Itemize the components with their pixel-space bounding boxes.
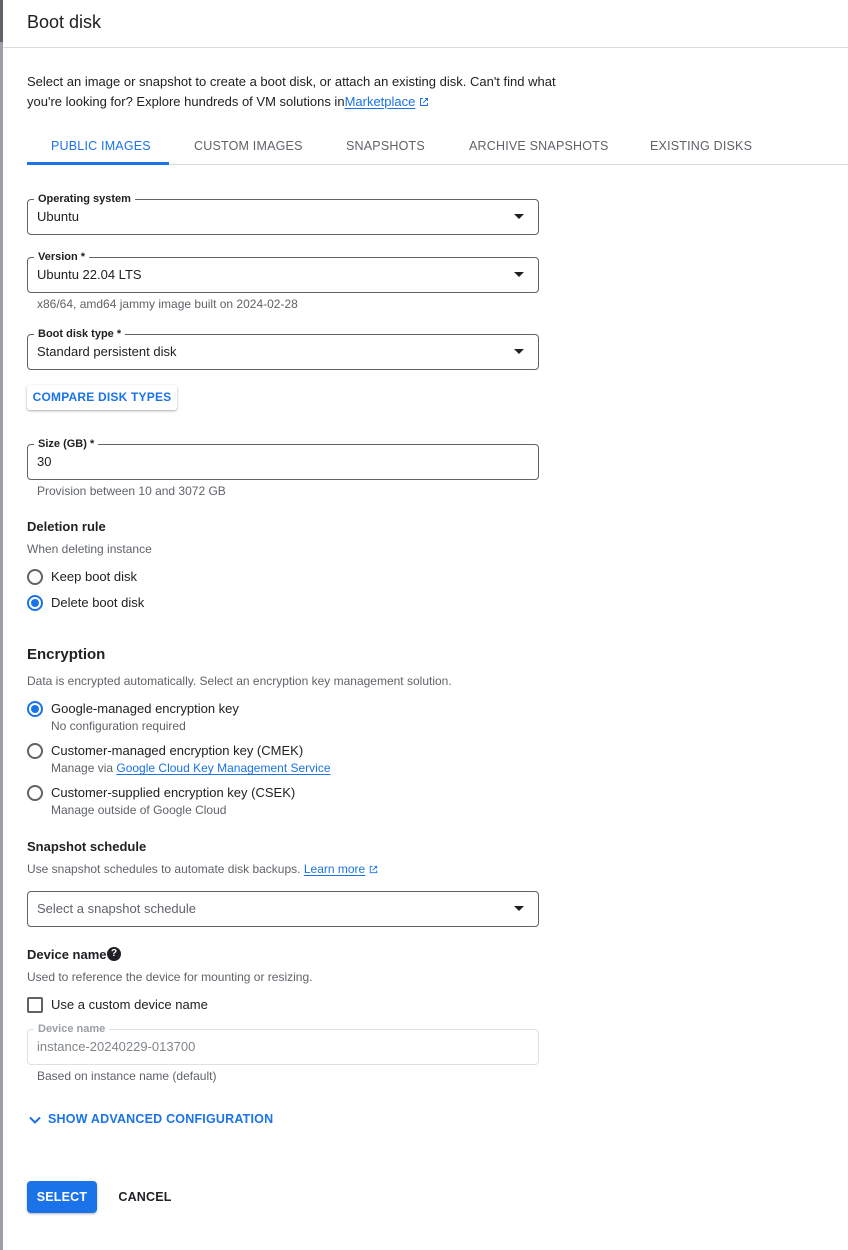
radio-sublabel: Manage via Google Cloud Key Management S… — [51, 761, 331, 775]
tab-custom-images[interactable]: CUSTOM IMAGES — [194, 128, 303, 164]
version-value: Ubuntu 22.04 LTS — [37, 267, 142, 282]
boot-disk-type-value: Standard persistent disk — [37, 344, 177, 359]
boot-disk-type-select[interactable]: Boot disk type * Standard persistent dis… — [27, 327, 539, 370]
left-edge-bar — [0, 0, 3, 1250]
version-select[interactable]: Version * Ubuntu 22.04 LTS — [27, 250, 539, 293]
version-hint: x86/64, amd64 jammy image built on 2024-… — [37, 297, 298, 311]
size-input[interactable]: Size (GB) * 30 — [27, 437, 539, 480]
radio-button-selected[interactable] — [27, 595, 43, 611]
device-name-title: Device name — [27, 947, 107, 962]
custom-device-name-checkbox[interactable] — [27, 997, 43, 1013]
device-name-value: instance-20240229-013700 — [37, 1039, 196, 1054]
device-name-input: Device name instance-20240229-013700 — [27, 1022, 539, 1065]
compare-disk-types-button[interactable]: COMPARE DISK TYPES — [27, 385, 177, 410]
snapshot-schedule-select[interactable]: Select a snapshot schedule — [27, 891, 539, 927]
radio-button-selected[interactable] — [27, 701, 43, 717]
help-icon[interactable]: ? — [107, 947, 121, 961]
select-button[interactable]: SELECT — [27, 1181, 97, 1213]
snapshot-schedule-placeholder: Select a snapshot schedule — [37, 901, 196, 916]
tab-snapshots[interactable]: SNAPSHOTS — [346, 128, 425, 164]
size-value: 30 — [37, 454, 52, 469]
snapshot-schedule-title: Snapshot schedule — [27, 839, 147, 854]
dropdown-caret-icon — [514, 272, 524, 277]
kms-link[interactable]: Google Cloud Key Management Service — [116, 761, 330, 775]
radio-button[interactable] — [27, 785, 43, 801]
cmek-sub-prefix: Manage via — [51, 761, 117, 775]
encryption-desc: Data is encrypted automatically. Select … — [27, 674, 452, 688]
radio-label: Google-managed encryption key — [51, 701, 239, 716]
cancel-button[interactable]: CANCEL — [110, 1181, 180, 1213]
radio-label: Keep boot disk — [51, 569, 138, 584]
radio-button[interactable] — [27, 743, 43, 759]
show-advanced-configuration-label: SHOW ADVANCED CONFIGURATION — [48, 1112, 274, 1126]
chevron-down-icon — [29, 1116, 41, 1124]
version-label: Version * — [34, 250, 90, 264]
panel-header: Boot disk — [3, 0, 848, 48]
size-label: Size (GB) * — [34, 437, 99, 451]
device-name-desc: Used to reference the device for mountin… — [27, 970, 313, 984]
marketplace-link[interactable]: Marketplace — [345, 94, 416, 109]
encryption-title: Encryption — [27, 646, 106, 663]
boot-disk-type-label: Boot disk type * — [34, 327, 126, 341]
operating-system-select[interactable]: Operating system Ubuntu — [27, 192, 539, 235]
learn-more-link[interactable]: Learn more — [304, 862, 365, 876]
radio-label: Delete boot disk — [51, 595, 145, 610]
radio-button[interactable] — [27, 569, 43, 585]
intro-text: Select an image or snapshot to create a … — [27, 72, 587, 112]
device-name-hint: Based on instance name (default) — [37, 1069, 217, 1083]
external-link-icon — [370, 865, 378, 874]
deletion-rule-title: Deletion rule — [27, 519, 106, 534]
snapshot-desc-text: Use snapshot schedules to automate disk … — [27, 862, 301, 876]
custom-device-name-label: Use a custom device name — [51, 997, 208, 1012]
tab-public-images[interactable]: PUBLIC IMAGES — [51, 128, 151, 164]
radio-sublabel: Manage outside of Google Cloud — [51, 803, 227, 817]
dropdown-caret-icon — [514, 214, 524, 219]
tab-archive-snapshots[interactable]: ARCHIVE SNAPSHOTS — [469, 128, 609, 164]
radio-label: Customer-managed encryption key (CMEK) — [51, 743, 304, 758]
size-hint: Provision between 10 and 3072 GB — [37, 484, 226, 498]
device-name-label: Device name — [34, 1022, 110, 1036]
deletion-rule-desc: When deleting instance — [27, 542, 152, 556]
dropdown-caret-icon — [514, 906, 524, 911]
external-link-icon — [420, 98, 429, 106]
image-source-tabs: PUBLIC IMAGES CUSTOM IMAGES SNAPSHOTS AR… — [27, 128, 848, 165]
intro-text-body: Select an image or snapshot to create a … — [27, 74, 556, 109]
operating-system-value: Ubuntu — [37, 209, 79, 224]
snapshot-schedule-desc: Use snapshot schedules to automate disk … — [27, 862, 379, 876]
dropdown-caret-icon — [514, 349, 524, 354]
operating-system-label: Operating system — [34, 192, 135, 206]
panel-title: Boot disk — [27, 12, 102, 32]
radio-sublabel: No configuration required — [51, 719, 186, 733]
tab-existing-disks[interactable]: EXISTING DISKS — [650, 128, 752, 164]
radio-label: Customer-supplied encryption key (CSEK) — [51, 785, 296, 800]
active-tab-indicator — [27, 162, 169, 165]
